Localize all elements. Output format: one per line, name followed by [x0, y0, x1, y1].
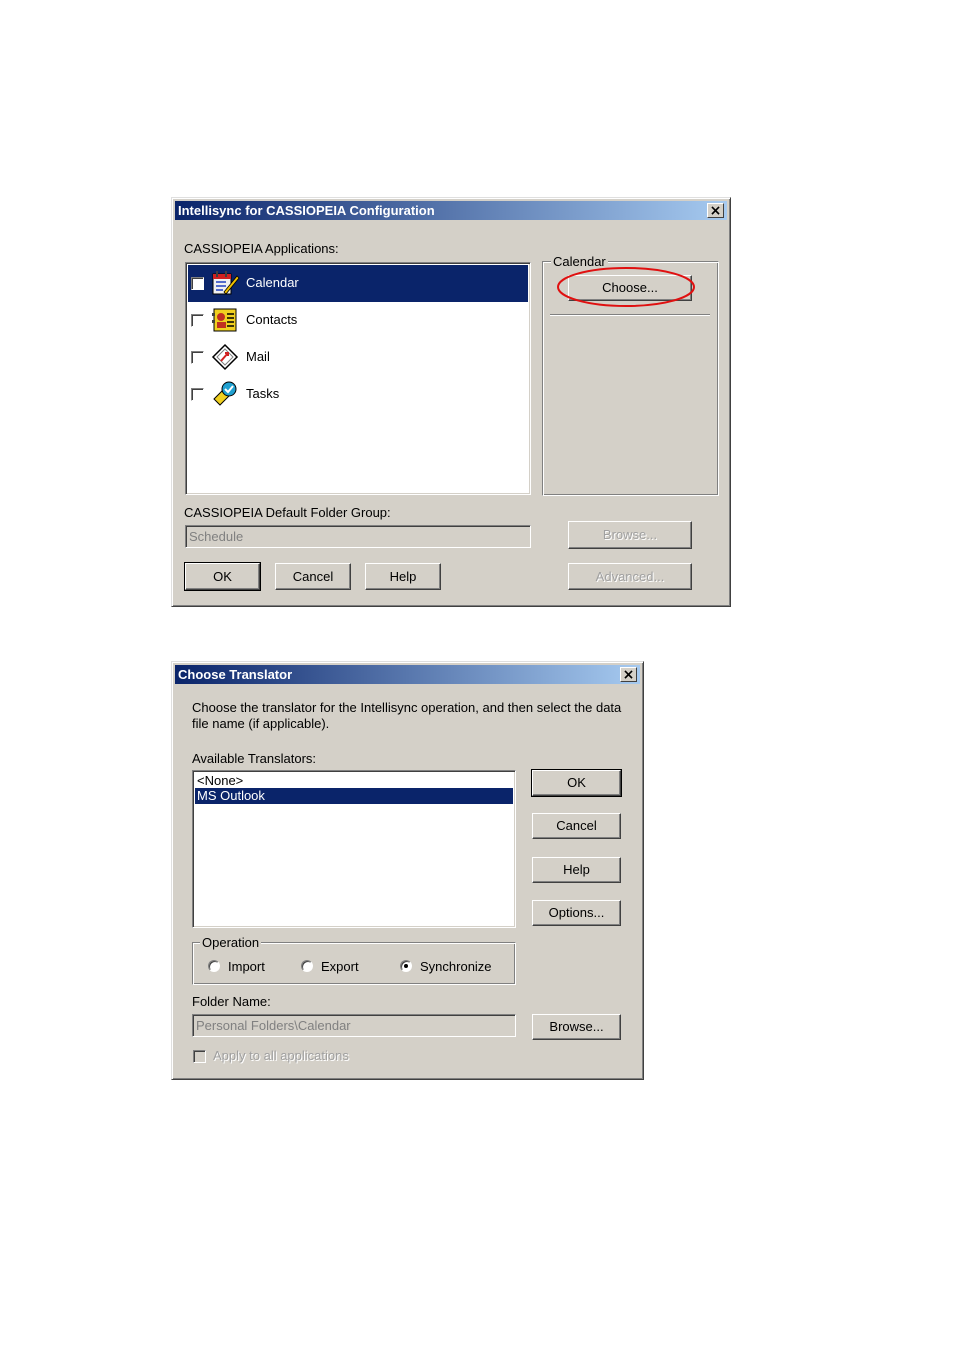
import-label: Import	[228, 959, 265, 974]
mail-checkbox[interactable]	[191, 351, 204, 364]
translators-label: Available Translators:	[192, 751, 317, 766]
radio-synchronize[interactable]: Synchronize	[400, 959, 510, 975]
folder-name-value: Personal Folders\Calendar	[196, 1018, 351, 1033]
folder-name-label: Folder Name:	[192, 994, 271, 1009]
apps-list[interactable]: Calendar Contacts Mail Tasks	[185, 262, 531, 495]
radio-export[interactable]: Export	[301, 959, 381, 975]
calendar-checkbox[interactable]	[191, 277, 204, 290]
dialog1-close-icon[interactable]: ×	[707, 203, 724, 218]
synchronize-label: Synchronize	[420, 959, 492, 974]
translator-none-label: <None>	[197, 773, 244, 788]
translators-list[interactable]: <None> MS Outlook	[192, 770, 516, 928]
instruction-line-1: Choose the translator for the Intellisyn…	[192, 700, 622, 715]
apply-all-label: Apply to all applications	[213, 1048, 349, 1063]
tasks-checkbox[interactable]	[191, 388, 204, 401]
list-item-mail[interactable]: Mail	[188, 339, 528, 376]
calendar-label: Calendar	[246, 275, 299, 290]
ok-button[interactable]: OK	[184, 562, 261, 591]
folder-group-label: CASSIOPEIA Default Folder Group:	[184, 505, 391, 520]
folder-group-value: Schedule	[189, 529, 244, 544]
dialog2-title: Choose Translator	[178, 667, 293, 682]
export-label: Export	[321, 959, 359, 974]
tasks-icon	[213, 381, 237, 406]
list-item-contacts[interactable]: Contacts	[188, 302, 528, 339]
list-item-calendar[interactable]: Calendar	[188, 265, 528, 302]
mail-icon	[211, 343, 239, 371]
translator-outlook-label: MS Outlook	[197, 788, 265, 803]
export-radio-button[interactable]	[301, 960, 313, 972]
folder-name-field: Personal Folders\Calendar	[192, 1014, 516, 1037]
highlight-ellipse	[557, 267, 695, 307]
dialog2-close-icon[interactable]: ×	[620, 667, 637, 682]
advanced-button: Advanced...	[568, 563, 692, 590]
mail-label: Mail	[246, 349, 270, 364]
contacts-icon	[212, 308, 237, 332]
folder-group-field: Schedule	[185, 525, 531, 548]
group-separator	[550, 314, 710, 316]
translator-cancel-button[interactable]: Cancel	[532, 813, 621, 839]
translator-item-none[interactable]: <None>	[195, 773, 513, 788]
translator-help-button[interactable]: Help	[532, 857, 621, 883]
calendar-icon	[212, 271, 240, 295]
choose-translator-dialog: Choose Translator × Choose the translato…	[171, 661, 644, 1080]
radio-import[interactable]: Import	[208, 959, 288, 975]
dialog1-title: Intellisync for CASSIOPEIA Configuration	[178, 203, 435, 218]
dialog2-titlebar[interactable]: Choose Translator ×	[175, 665, 640, 684]
help-button[interactable]: Help	[365, 563, 441, 590]
translator-item-ms-outlook[interactable]: MS Outlook	[195, 788, 513, 804]
translator-ok-button[interactable]: OK	[531, 769, 622, 797]
cancel-button[interactable]: Cancel	[275, 563, 351, 590]
tasks-label: Tasks	[246, 386, 280, 401]
apps-label: CASSIOPEIA Applications:	[184, 241, 339, 256]
instruction-line-2: file name (if applicable).	[192, 716, 330, 731]
import-radio-button[interactable]	[208, 960, 220, 972]
intellisync-config-dialog: Intellisync for CASSIOPEIA Configuration…	[171, 197, 731, 607]
operation-group-title: Operation	[200, 935, 262, 950]
synchronize-radio-button[interactable]	[400, 960, 412, 972]
contacts-label: Contacts	[246, 312, 298, 327]
options-button[interactable]: Options...	[532, 900, 621, 926]
contacts-checkbox[interactable]	[191, 314, 204, 327]
dialog1-titlebar[interactable]: Intellisync for CASSIOPEIA Configuration…	[175, 201, 727, 220]
folder-browse-button[interactable]: Browse...	[532, 1014, 621, 1040]
browse-button-disabled: Browse...	[568, 521, 692, 549]
list-item-tasks[interactable]: Tasks	[188, 376, 528, 413]
apply-all-checkbox	[193, 1050, 206, 1063]
